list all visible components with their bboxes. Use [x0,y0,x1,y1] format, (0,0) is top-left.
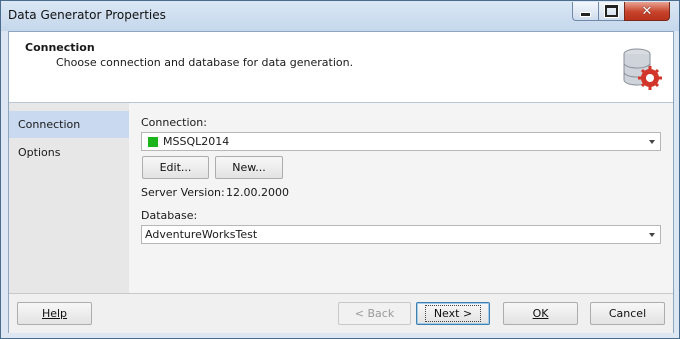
next-button[interactable]: Next > [416,302,490,325]
connection-value: MSSQL2014 [163,135,230,148]
ok-label: OK [532,307,549,320]
dialog-window: Data Generator Properties ✕ Connection C… [0,0,680,339]
wizard-nav: Connection Options [9,103,129,293]
edit-connection-button[interactable]: Edit... [142,156,209,179]
nav-item-options[interactable]: Options [9,139,129,166]
dropdown-arrow-icon [649,140,655,144]
server-version-label: Server Version: [141,186,225,199]
database-value: AdventureWorksTest [145,228,258,241]
connection-label: Connection: [141,116,207,129]
connection-status-icon [148,136,158,147]
ok-button[interactable]: OK [503,302,578,325]
connection-select[interactable]: MSSQL2014 [141,132,661,151]
new-connection-button[interactable]: New... [215,156,283,179]
nav-item-label: Options [18,146,61,159]
database-select[interactable]: AdventureWorksTest [141,225,661,244]
back-button[interactable]: < Back [338,302,411,325]
dialog-footer: Help < Back Next > OK Cancel [9,293,673,333]
nav-item-connection[interactable]: Connection [9,111,129,138]
help-label: Help [41,307,68,320]
nav-item-label: Connection [18,118,81,131]
wizard-header: Connection Choose connection and databas… [9,32,673,103]
new-label: New... [232,161,266,174]
window-title: Data Generator Properties [8,8,166,22]
back-label: < Back [354,307,395,320]
database-settings-icon [623,48,662,90]
maximize-icon [605,5,618,17]
cancel-label: Cancel [608,307,647,320]
connection-panel: Connection: MSSQL2014 Edit... New... Ser… [129,103,673,293]
close-icon: ✕ [641,3,653,19]
minimize-icon [580,11,591,17]
next-label: Next > [424,305,482,322]
dialog-body: Connection Choose connection and databas… [8,31,674,333]
cancel-button[interactable]: Cancel [590,302,665,325]
server-version-value: 12.00.2000 [226,186,289,199]
title-bar[interactable]: Data Generator Properties ✕ [1,1,679,31]
minimize-button[interactable] [572,2,599,21]
help-button[interactable]: Help [17,302,92,325]
page-title: Connection [25,41,95,54]
maximize-button[interactable] [598,2,625,21]
close-button[interactable]: ✕ [624,2,670,21]
edit-label: Edit... [159,161,192,174]
database-label: Database: [141,209,198,222]
dropdown-arrow-icon [649,233,655,237]
page-description: Choose connection and database for data … [56,56,354,69]
